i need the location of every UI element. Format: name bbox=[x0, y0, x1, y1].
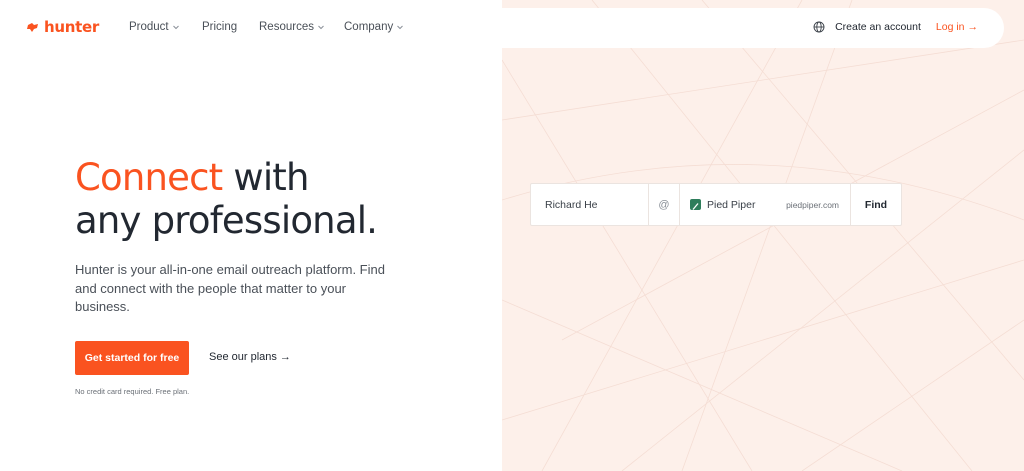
create-account-link[interactable]: Create an account bbox=[835, 21, 921, 33]
chevron-down-icon bbox=[318, 25, 324, 30]
see-plans-link[interactable]: See our plans → bbox=[209, 351, 291, 363]
hunter-logo[interactable]: hunter bbox=[26, 18, 99, 36]
nav-product[interactable]: Product bbox=[129, 21, 202, 33]
at-symbol: @ bbox=[649, 184, 680, 225]
nav-resources-label: Resources bbox=[259, 21, 314, 33]
nav-pricing[interactable]: Pricing bbox=[202, 21, 259, 33]
chevron-down-icon bbox=[397, 25, 404, 30]
chevron-down-icon bbox=[172, 25, 179, 30]
company-domain: piedpiper.com bbox=[786, 199, 839, 210]
nav-company[interactable]: Company bbox=[344, 21, 404, 33]
company-name: Pied Piper bbox=[707, 198, 756, 211]
no-credit-card-note: No credit card required. Free plan. bbox=[75, 387, 190, 396]
hero-headline: Connect with any professional. bbox=[75, 156, 378, 242]
pied-piper-logo-icon bbox=[690, 199, 701, 210]
get-started-button[interactable]: Get started for free bbox=[75, 341, 189, 375]
nav-resources[interactable]: Resources bbox=[259, 21, 344, 33]
name-input[interactable]: Richard He bbox=[531, 184, 649, 225]
globe-icon[interactable] bbox=[813, 21, 825, 33]
hunter-logo-icon bbox=[27, 23, 38, 32]
company-input[interactable]: Pied Piper piedpiper.com bbox=[680, 184, 851, 225]
nav-company-label: Company bbox=[344, 21, 394, 33]
hero-right-panel bbox=[502, 0, 1024, 471]
login-link[interactable]: Log in → bbox=[936, 21, 978, 33]
headline-line2: any professional. bbox=[75, 199, 378, 242]
headline-rest: with bbox=[222, 156, 309, 199]
find-button[interactable]: Find bbox=[851, 184, 901, 225]
nav-product-label: Product bbox=[129, 21, 169, 33]
email-finder-widget: Richard He @ Pied Piper piedpiper.com Fi… bbox=[530, 183, 902, 226]
see-plans-label: See our plans bbox=[209, 351, 277, 363]
arrow-right-icon: → bbox=[279, 351, 291, 363]
brand-name: hunter bbox=[44, 18, 99, 36]
nav-pricing-label: Pricing bbox=[202, 21, 238, 33]
nav-right: Create an account Log in → bbox=[813, 21, 978, 33]
arrow-right-icon: → bbox=[967, 21, 979, 33]
top-nav: hunter Product Pricing Resources Company… bbox=[0, 8, 1004, 48]
headline-accent: Connect bbox=[75, 156, 223, 199]
nav-links: Product Pricing Resources Company bbox=[129, 21, 404, 33]
decorative-lines bbox=[502, 0, 1024, 471]
login-label: Log in bbox=[935, 21, 965, 33]
hero-subtext: Hunter is your all-in-one email outreach… bbox=[75, 262, 385, 314]
